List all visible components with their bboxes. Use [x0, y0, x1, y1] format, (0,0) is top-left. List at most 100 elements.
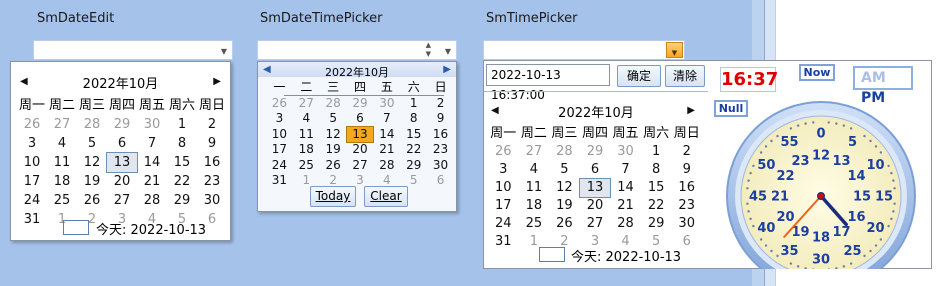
hour-number[interactable]: 12	[812, 149, 830, 164]
day-cell[interactable]: 8	[400, 111, 427, 127]
day-cell[interactable]: 20	[580, 197, 611, 215]
day-cell[interactable]: 16	[671, 179, 702, 197]
day-cell[interactable]: 5	[549, 161, 580, 179]
day-cell[interactable]: 1	[400, 96, 427, 112]
day-cell[interactable]: 7	[610, 161, 641, 179]
day-cell[interactable]: 10	[266, 127, 293, 143]
day-cell[interactable]: 6	[580, 161, 611, 179]
day-cell[interactable]: 11	[293, 127, 320, 143]
day-cell[interactable]: 15	[400, 127, 427, 143]
day-cell[interactable]: 24	[488, 215, 519, 233]
minute-number[interactable]: 20	[867, 221, 885, 236]
datetime-picker-input[interactable]: ▲ ▼ ▼	[257, 40, 457, 60]
day-cell[interactable]: 27	[580, 215, 611, 233]
day-cell[interactable]: 28	[610, 215, 641, 233]
spin-up-icon[interactable]: ▲	[426, 41, 431, 49]
day-cell[interactable]: 11	[47, 153, 77, 172]
day-cell[interactable]: 24	[17, 191, 47, 210]
day-cell[interactable]: 16	[197, 153, 227, 172]
day-cell[interactable]: 18	[47, 172, 77, 191]
day-cell[interactable]: 15	[167, 153, 197, 172]
hour-number[interactable]: 14	[847, 169, 865, 184]
day-cell[interactable]: 3	[17, 134, 47, 153]
hour-number[interactable]: 19	[791, 225, 809, 240]
day-cell[interactable]: 1	[641, 143, 672, 161]
minute-number[interactable]: 25	[843, 244, 861, 259]
minute-number[interactable]: 15	[875, 190, 893, 205]
hour-number[interactable]: 21	[771, 190, 789, 205]
day-cell[interactable]: 21	[373, 142, 400, 158]
day-cell[interactable]: 29	[347, 96, 374, 112]
minute-number[interactable]: 45	[749, 190, 767, 205]
hour-number[interactable]: 20	[776, 210, 794, 225]
hour-number[interactable]: 15	[853, 190, 871, 205]
day-cell[interactable]: 8	[167, 134, 197, 153]
day-cell[interactable]: 8	[641, 161, 672, 179]
day-cell[interactable]: 14	[610, 179, 641, 197]
day-cell[interactable]: 3	[266, 111, 293, 127]
day-cell[interactable]: 28	[320, 96, 347, 112]
day-cell[interactable]: 14	[137, 153, 167, 172]
day-cell[interactable]: 6	[347, 111, 374, 127]
clear-button[interactable]: Clear	[364, 186, 408, 207]
day-cell[interactable]: 3	[488, 161, 519, 179]
day-cell[interactable]: 30	[610, 143, 641, 161]
day-cell[interactable]: 1	[167, 115, 197, 134]
day-cell[interactable]: 12	[320, 127, 347, 143]
day-cell[interactable]: 25	[293, 158, 320, 174]
day-cell[interactable]: 12	[549, 179, 580, 197]
day-cell[interactable]: 5	[77, 134, 107, 153]
day-cell[interactable]: 30	[373, 96, 400, 112]
minute-number[interactable]: 30	[812, 253, 830, 268]
minute-number[interactable]: 0	[816, 127, 825, 142]
day-cell[interactable]: 6	[107, 134, 137, 153]
day-cell[interactable]: 29	[107, 115, 137, 134]
day-cell[interactable]: 4	[47, 134, 77, 153]
day-cell[interactable]: 26	[17, 115, 47, 134]
day-cell[interactable]: 26	[320, 158, 347, 174]
day-cell[interactable]: 17	[17, 172, 47, 191]
next-month-icon[interactable]: ▶	[687, 105, 695, 116]
today-label[interactable]: 今天: 2022-10-13	[96, 219, 206, 238]
day-cell[interactable]: 11	[519, 179, 550, 197]
day-cell[interactable]: 21	[137, 172, 167, 191]
dropdown-button[interactable]: ▼	[666, 42, 683, 58]
day-cell[interactable]: 2	[427, 96, 454, 112]
day-cell[interactable]: 27	[347, 158, 374, 174]
ok-button[interactable]: 确定	[617, 65, 661, 87]
minute-number[interactable]: 5	[848, 135, 857, 150]
day-cell[interactable]: 23	[671, 197, 702, 215]
day-cell[interactable]: 27	[107, 191, 137, 210]
day-cell[interactable]: 4	[519, 161, 550, 179]
day-cell[interactable]: 28	[137, 191, 167, 210]
chevron-down-icon[interactable]: ▼	[445, 47, 451, 56]
day-cell[interactable]: 18	[519, 197, 550, 215]
day-cell[interactable]: 6	[427, 173, 454, 189]
day-cell[interactable]: 27	[519, 143, 550, 161]
day-cell[interactable]: 17	[266, 142, 293, 158]
day-cell[interactable]: 29	[167, 191, 197, 210]
today-label[interactable]: 今天: 2022-10-13	[571, 246, 681, 265]
day-cell[interactable]: 23	[197, 172, 227, 191]
hour-number[interactable]: 13	[832, 154, 850, 169]
day-cell[interactable]: 19	[320, 142, 347, 158]
day-cell[interactable]: 21	[610, 197, 641, 215]
selected-day[interactable]: 13	[578, 178, 612, 198]
day-cell[interactable]: 27	[293, 96, 320, 112]
day-cell[interactable]: 25	[519, 215, 550, 233]
hour-number[interactable]: 23	[791, 154, 809, 169]
day-cell[interactable]: 30	[197, 191, 227, 210]
day-cell[interactable]: 22	[641, 197, 672, 215]
chevron-down-icon[interactable]: ▼	[221, 47, 227, 56]
day-cell[interactable]: 18	[293, 142, 320, 158]
minute-number[interactable]: 55	[780, 135, 798, 150]
day-cell[interactable]: 2	[671, 143, 702, 161]
selected-day[interactable]: 13	[345, 125, 375, 143]
day-cell[interactable]: 10	[488, 179, 519, 197]
day-cell[interactable]: 28	[373, 158, 400, 174]
day-cell[interactable]: 20	[347, 142, 374, 158]
minute-number[interactable]: 40	[757, 221, 775, 236]
day-cell[interactable]: 9	[427, 111, 454, 127]
day-cell[interactable]: 28	[549, 143, 580, 161]
hour-number[interactable]: 16	[847, 210, 865, 225]
